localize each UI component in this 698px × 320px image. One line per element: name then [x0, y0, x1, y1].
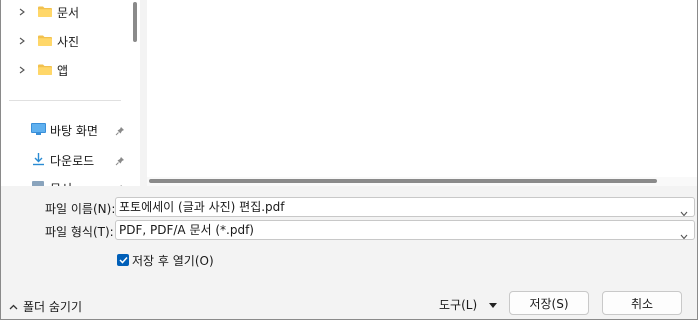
tools-label: 도구(L) [439, 297, 478, 312]
desktop-icon [31, 123, 46, 138]
checkbox-checked-icon[interactable] [117, 254, 129, 266]
folder-icon [38, 35, 52, 46]
navigation-pane[interactable]: 문서 사진 앱 바탕 화면 다운로드 [1, 0, 140, 186]
open-after-save-option[interactable]: 저장 후 열기(O) [117, 252, 214, 268]
quick-access-documents[interactable]: 문서 [1, 176, 131, 186]
horizontal-scrollbar-thumb[interactable] [149, 179, 657, 183]
file-list-area[interactable] [147, 0, 697, 186]
chevron-up-icon [9, 299, 18, 313]
filename-value: 포토에세이 (글과 사진) 편집.pdf [119, 200, 285, 214]
pin-icon[interactable] [115, 183, 125, 186]
tools-menu[interactable]: 도구(L) [439, 296, 498, 312]
chevron-right-icon[interactable] [18, 66, 26, 74]
filetype-value: PDF, PDF/A 문서 (*.pdf) [119, 223, 254, 237]
nav-item-pictures[interactable]: 사진 [1, 29, 131, 53]
chevron-down-icon[interactable] [680, 204, 688, 216]
quick-access-downloads[interactable]: 다운로드 [1, 148, 131, 172]
chevron-right-icon[interactable] [18, 37, 26, 45]
download-icon [32, 152, 45, 169]
pin-icon[interactable] [115, 155, 125, 166]
nav-scrollbar-thumb[interactable] [133, 2, 137, 42]
pin-icon[interactable] [115, 125, 125, 136]
filename-field[interactable]: 포토에세이 (글과 사진) 편집.pdf [115, 197, 695, 217]
folder-icon [38, 64, 52, 75]
nav-divider [9, 100, 121, 101]
filename-label: 파일 이름(N): [45, 202, 116, 216]
quick-access-label: 문서 [50, 180, 72, 186]
folder-icon [38, 6, 52, 17]
quick-access-label: 바탕 화면 [50, 124, 98, 138]
nav-scrollbar[interactable] [133, 0, 137, 186]
save-dialog: 문서 사진 앱 바탕 화면 다운로드 파일 이름(N): 포토에세이 (글과 사… [0, 0, 698, 320]
caret-down-icon [489, 297, 498, 311]
quick-access-desktop[interactable]: 바탕 화면 [1, 118, 131, 142]
nav-item-label: 사진 [57, 35, 80, 49]
hide-folders-label: 폴더 숨기기 [23, 299, 83, 314]
nav-item-label: 앱 [57, 64, 69, 78]
filetype-select[interactable]: PDF, PDF/A 문서 (*.pdf) [115, 220, 695, 240]
cancel-button[interactable]: 취소 [602, 291, 682, 315]
nav-item-label: 문서 [57, 6, 80, 20]
nav-item-apps[interactable]: 앱 [1, 58, 131, 82]
chevron-down-icon[interactable] [680, 227, 688, 239]
horizontal-scrollbar[interactable] [147, 177, 697, 186]
cancel-button-label: 취소 [630, 296, 654, 311]
quick-access-label: 다운로드 [50, 154, 95, 168]
hide-folders-toggle[interactable]: 폴더 숨기기 [9, 298, 82, 314]
open-after-save-label: 저장 후 열기(O) [132, 253, 214, 268]
save-button-label: 저장(S) [529, 296, 569, 311]
filetype-label: 파일 형식(T): [45, 225, 114, 239]
save-button[interactable]: 저장(S) [509, 291, 589, 315]
chevron-right-icon[interactable] [18, 8, 26, 16]
document-icon [32, 181, 44, 186]
nav-item-documents[interactable]: 문서 [1, 0, 131, 24]
